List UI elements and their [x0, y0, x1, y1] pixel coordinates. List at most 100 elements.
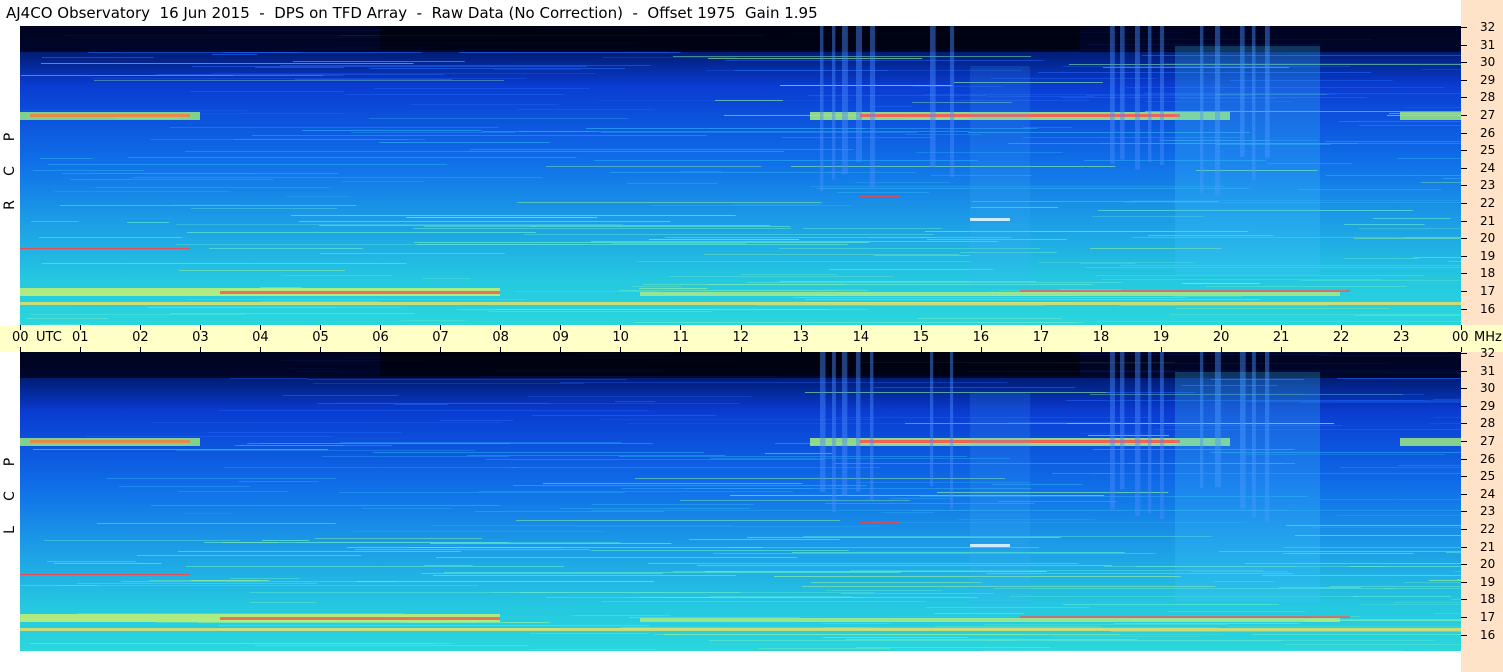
noise-streak: [643, 284, 847, 285]
time-tick-label: 19: [1152, 330, 1170, 345]
noise-streak: [856, 647, 1051, 648]
noise-streak: [1337, 378, 1461, 379]
noise-streak: [424, 226, 536, 227]
noise-streak: [619, 290, 869, 291]
noise-streak: [1052, 636, 1202, 637]
noise-streak: [673, 571, 715, 572]
noise-streak: [33, 449, 329, 450]
noise-streak: [1176, 308, 1390, 309]
noise-streak: [33, 170, 144, 171]
noise-streak: [252, 135, 708, 136]
emission-band: [1400, 438, 1461, 446]
emission-band: [30, 114, 190, 117]
noise-streak: [1429, 423, 1461, 424]
noise-streak: [281, 275, 393, 276]
burst-column: [1148, 352, 1152, 514]
noise-streak: [121, 581, 395, 582]
noise-streak: [362, 508, 453, 509]
noise-streak: [1168, 611, 1306, 612]
noise-streak: [280, 65, 651, 66]
noise-streak: [440, 420, 514, 421]
emission-band: [1020, 290, 1350, 292]
burst-column: [832, 26, 836, 180]
noise-streak: [805, 392, 1111, 393]
emission-band: [20, 574, 190, 575]
emission-band: [640, 292, 1340, 296]
noise-streak: [424, 565, 473, 566]
noise-streak: [709, 596, 853, 597]
noise-streak: [40, 158, 93, 159]
frequency-tick: [1461, 308, 1467, 310]
burst-column: [1110, 26, 1115, 164]
noise-streak: [151, 422, 502, 423]
noise-streak: [373, 452, 705, 453]
frequency-tick-label: 29: [1480, 398, 1496, 413]
noise-streak: [156, 74, 444, 75]
noise-streak: [86, 436, 333, 437]
frequency-tick: [1461, 97, 1467, 99]
frequency-tick-label: 22: [1480, 196, 1496, 210]
frequency-tick: [1461, 423, 1467, 425]
noise-streak: [1300, 402, 1461, 403]
noise-streak: [1049, 634, 1223, 635]
noise-streak: [747, 282, 1123, 283]
noise-streak: [576, 526, 880, 527]
frequency-tick: [1461, 493, 1467, 495]
noise-streak: [653, 205, 852, 206]
noise-streak: [649, 239, 800, 240]
spectrogram-panel-lcp: [20, 352, 1461, 651]
emission-band: [20, 302, 1461, 305]
noise-streak: [837, 192, 930, 193]
noise-streak: [758, 648, 891, 649]
noise-streak: [156, 622, 542, 623]
noise-streak: [1182, 283, 1260, 284]
noise-streak: [77, 583, 317, 584]
noise-streak: [615, 401, 656, 402]
noise-streak: [355, 549, 590, 550]
noise-streak: [286, 196, 351, 197]
noise-streak: [176, 224, 624, 225]
noise-streak: [1429, 580, 1461, 581]
noise-streak: [20, 110, 250, 111]
frequency-tick: [1461, 115, 1467, 116]
noise-streak: [1326, 175, 1461, 176]
noise-streak: [97, 523, 336, 524]
frequency-tick: [1461, 599, 1467, 601]
noise-streak: [433, 575, 737, 576]
burst-column: [950, 352, 954, 509]
noise-streak: [370, 68, 626, 69]
noise-streak: [1330, 586, 1461, 587]
frequency-tick-label: 32: [1480, 20, 1496, 34]
noise-streak: [42, 57, 154, 58]
noise-streak: [673, 56, 1031, 57]
noise-streak: [421, 573, 663, 574]
noise-streak: [444, 572, 901, 573]
frequency-tick: [1461, 203, 1467, 204]
low-signal-band: [380, 352, 1080, 376]
noise-streak: [680, 171, 722, 172]
noise-streak: [283, 395, 398, 396]
frequency-tick: [1461, 441, 1467, 442]
frequency-tick: [1461, 458, 1467, 460]
noise-streak: [935, 626, 1102, 627]
noise-streak: [591, 241, 999, 242]
emission-band: [220, 617, 500, 620]
noise-streak: [319, 225, 771, 226]
noise-streak: [1320, 499, 1461, 500]
noise-streak: [1421, 69, 1461, 70]
noise-streak: [297, 542, 621, 543]
time-tick-label: 04: [252, 330, 269, 345]
noise-streak: [1359, 125, 1461, 126]
noise-streak: [823, 627, 1219, 628]
noise-streak: [635, 322, 1075, 323]
noise-streak: [592, 504, 754, 505]
noise-streak: [218, 410, 649, 411]
noise-streak: [1285, 644, 1461, 645]
frequency-tick: [1461, 273, 1467, 275]
noise-streak: [1421, 182, 1461, 183]
spectrogram-window: AJ4CO Observatory 16 Jun 2015 - DPS on T…: [0, 0, 1503, 672]
noise-streak: [917, 318, 1062, 319]
time-tick-label: 09: [552, 330, 569, 345]
noise-streak: [230, 578, 300, 579]
frequency-tick-label: 31: [1480, 363, 1496, 378]
